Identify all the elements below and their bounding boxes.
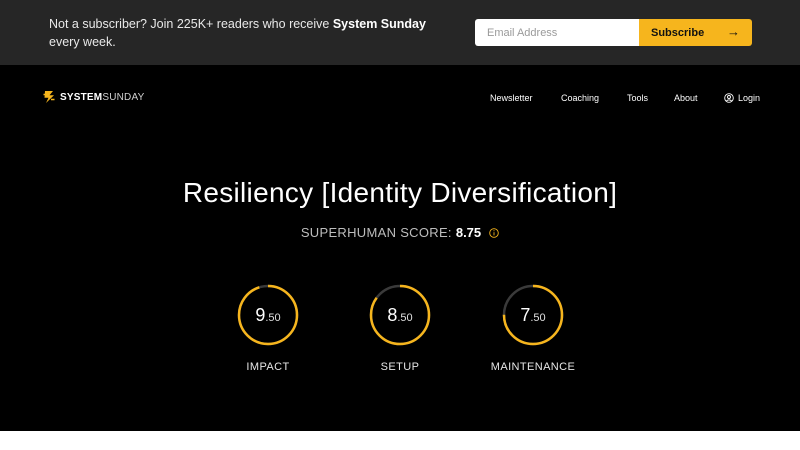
bolt-s-icon <box>43 91 55 103</box>
ring-value-decimal: .50 <box>397 311 413 324</box>
metric-label: IMPACT <box>246 361 290 373</box>
score-ring: 9.50 <box>236 283 300 347</box>
nav-login-label: Login <box>738 93 761 103</box>
hero-section: SYSTEMSUNDAY Newsletter Coaching Tools A… <box>0 65 800 431</box>
promo-bar: Not a subscriber? Join 225K+ readers who… <box>0 0 800 65</box>
score-label: SUPERHUMAN SCORE: <box>300 225 452 240</box>
email-input[interactable] <box>475 19 640 46</box>
logo-word-bold: SYSTEM <box>60 91 103 103</box>
subscribe-label: Subscribe <box>651 26 705 39</box>
arrow-right-icon: → <box>727 24 740 39</box>
nav-login[interactable]: Login <box>724 93 760 103</box>
page-title: Resiliency [Identity Diversification] <box>182 177 618 208</box>
subscribe-button[interactable]: Subscribe → <box>639 19 752 46</box>
nav-newsletter[interactable]: Newsletter <box>490 93 533 103</box>
promo-text: Not a subscriber? Join 225K+ readers who… <box>49 15 449 51</box>
metric-label: SETUP <box>380 361 420 373</box>
ring-value-whole: 9 <box>255 304 266 325</box>
score-value: 8.75 <box>455 225 482 240</box>
ring-value-decimal: .50 <box>265 311 281 324</box>
ring-value-whole: 8 <box>387 304 398 325</box>
ring-value: 8.50 <box>368 283 432 347</box>
ring-value-decimal: .50 <box>530 311 546 324</box>
user-icon <box>724 93 734 103</box>
nav-tools[interactable]: Tools <box>627 93 648 103</box>
metric-impact: 9.50 IMPACT <box>213 283 323 373</box>
metric-maintenance: 7.50 MAINTENANCE <box>478 283 588 373</box>
nav-coaching[interactable]: Coaching <box>561 93 599 103</box>
info-icon[interactable] <box>489 227 499 238</box>
promo-text-lead: Not a subscriber? Join 225K+ readers who… <box>49 17 333 31</box>
ring-value: 9.50 <box>236 283 300 347</box>
score-ring: 7.50 <box>501 283 565 347</box>
logo-word-light: SUNDAY <box>102 91 145 103</box>
metric-label: MAINTENANCE <box>490 361 576 373</box>
logo-wordmark: SYSTEMSUNDAY <box>60 92 144 103</box>
logo[interactable]: SYSTEMSUNDAY <box>42 90 144 104</box>
promo-brand: System Sunday <box>332 17 426 31</box>
ring-value-whole: 7 <box>520 304 531 325</box>
nav-about[interactable]: About <box>674 93 698 103</box>
promo-text-tail: every week. <box>49 35 116 49</box>
metric-setup: 8.50 SETUP <box>345 283 455 373</box>
superhuman-score: SUPERHUMAN SCORE: 8.75 <box>0 225 800 240</box>
score-ring: 8.50 <box>368 283 432 347</box>
ring-value: 7.50 <box>501 283 565 347</box>
